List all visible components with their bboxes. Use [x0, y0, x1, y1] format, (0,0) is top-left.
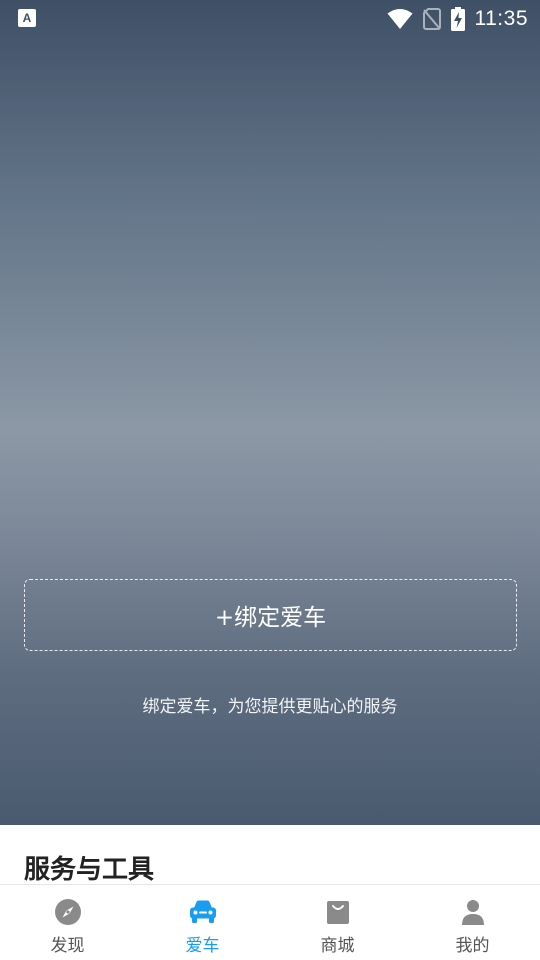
no-sim-icon [422, 8, 441, 30]
status-time: 11:35 [474, 7, 528, 30]
services-section: 服务与工具 [0, 825, 540, 885]
wifi-icon [387, 9, 412, 29]
battery-charging-icon [450, 7, 465, 31]
tab-my-car[interactable]: 爱车 [135, 885, 270, 960]
tab-label: 爱车 [185, 936, 220, 956]
bind-car-hint: 绑定爱车，为您提供更贴心的服务 [142, 697, 398, 717]
bind-car-button[interactable]: +绑定爱车 [24, 579, 517, 651]
svg-text:A: A [23, 11, 32, 25]
tab-discover[interactable]: 发现 [0, 885, 135, 960]
notification-app-icon: A [18, 9, 36, 27]
user-icon [458, 897, 488, 927]
status-bar: A 11:35 [0, 0, 540, 38]
tab-label: 发现 [50, 936, 85, 956]
tab-mall[interactable]: 商城 [270, 885, 405, 960]
shopping-bag-icon [323, 897, 353, 927]
compass-icon [53, 897, 83, 927]
services-title: 服务与工具 [24, 855, 155, 885]
bottom-tab-bar: 发现 爱车 商城 我的 [0, 884, 540, 960]
tab-label: 我的 [455, 936, 490, 956]
tab-label: 商城 [320, 936, 355, 956]
car-icon [188, 897, 218, 927]
tab-mine[interactable]: 我的 [405, 885, 540, 960]
